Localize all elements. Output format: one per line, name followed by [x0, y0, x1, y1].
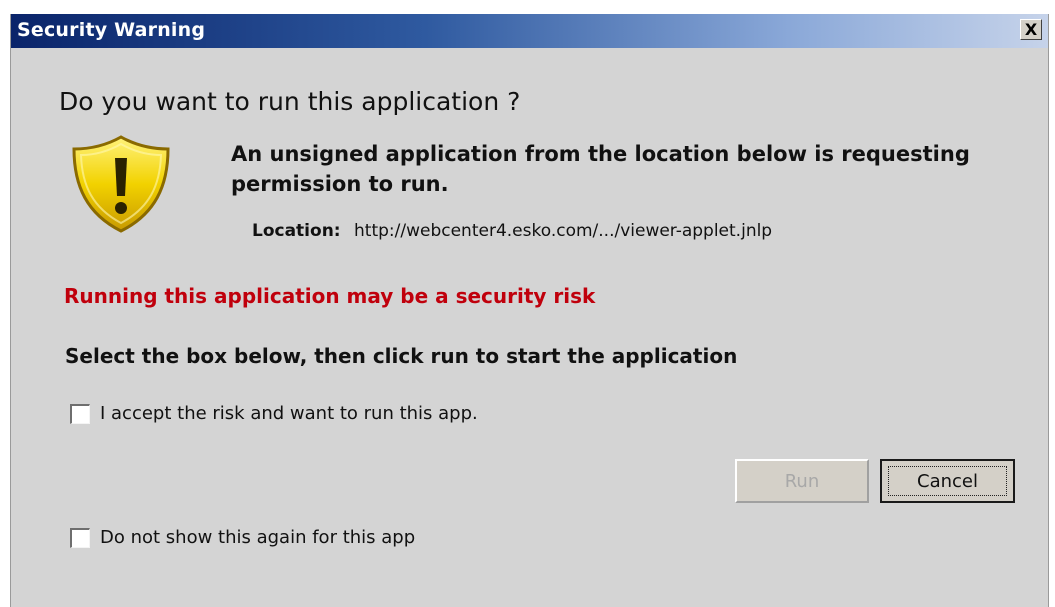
cancel-button-label: Cancel	[917, 470, 978, 492]
do-not-show-again-label[interactable]: Do not show this again for this app	[100, 527, 415, 548]
window-title: Security Warning	[17, 19, 206, 41]
location-row: Location: http://webcenter4.esko.com/...…	[252, 221, 772, 241]
security-risk-warning: Running this application may be a securi…	[64, 284, 596, 308]
cancel-button[interactable]: Cancel	[880, 459, 1015, 503]
close-button[interactable]: X	[1020, 19, 1042, 40]
run-button[interactable]: Run	[735, 459, 869, 503]
location-label: Location:	[252, 221, 341, 241]
unsigned-app-message: An unsigned application from the locatio…	[231, 142, 970, 196]
location-url: http://webcenter4.esko.com/.../viewer-ap…	[354, 221, 773, 241]
run-button-label: Run	[784, 470, 820, 492]
instruction-text: Select the box below, then click run to …	[65, 344, 738, 368]
do-not-show-again-checkbox[interactable]	[70, 527, 90, 548]
security-warning-dialog: Security Warning X Do you want to run th…	[10, 14, 1049, 607]
accept-risk-checkbox[interactable]	[70, 403, 90, 424]
warning-shield-icon	[69, 134, 173, 234]
accept-risk-label[interactable]: I accept the risk and want to run this a…	[100, 403, 478, 424]
title-bar[interactable]: Security Warning X	[11, 14, 1048, 48]
close-icon: X	[1024, 19, 1038, 39]
dialog-question: Do you want to run this application ?	[59, 87, 521, 116]
accept-risk-option[interactable]: I accept the risk and want to run this a…	[70, 403, 478, 424]
do-not-show-again-option[interactable]: Do not show this again for this app	[70, 527, 415, 548]
